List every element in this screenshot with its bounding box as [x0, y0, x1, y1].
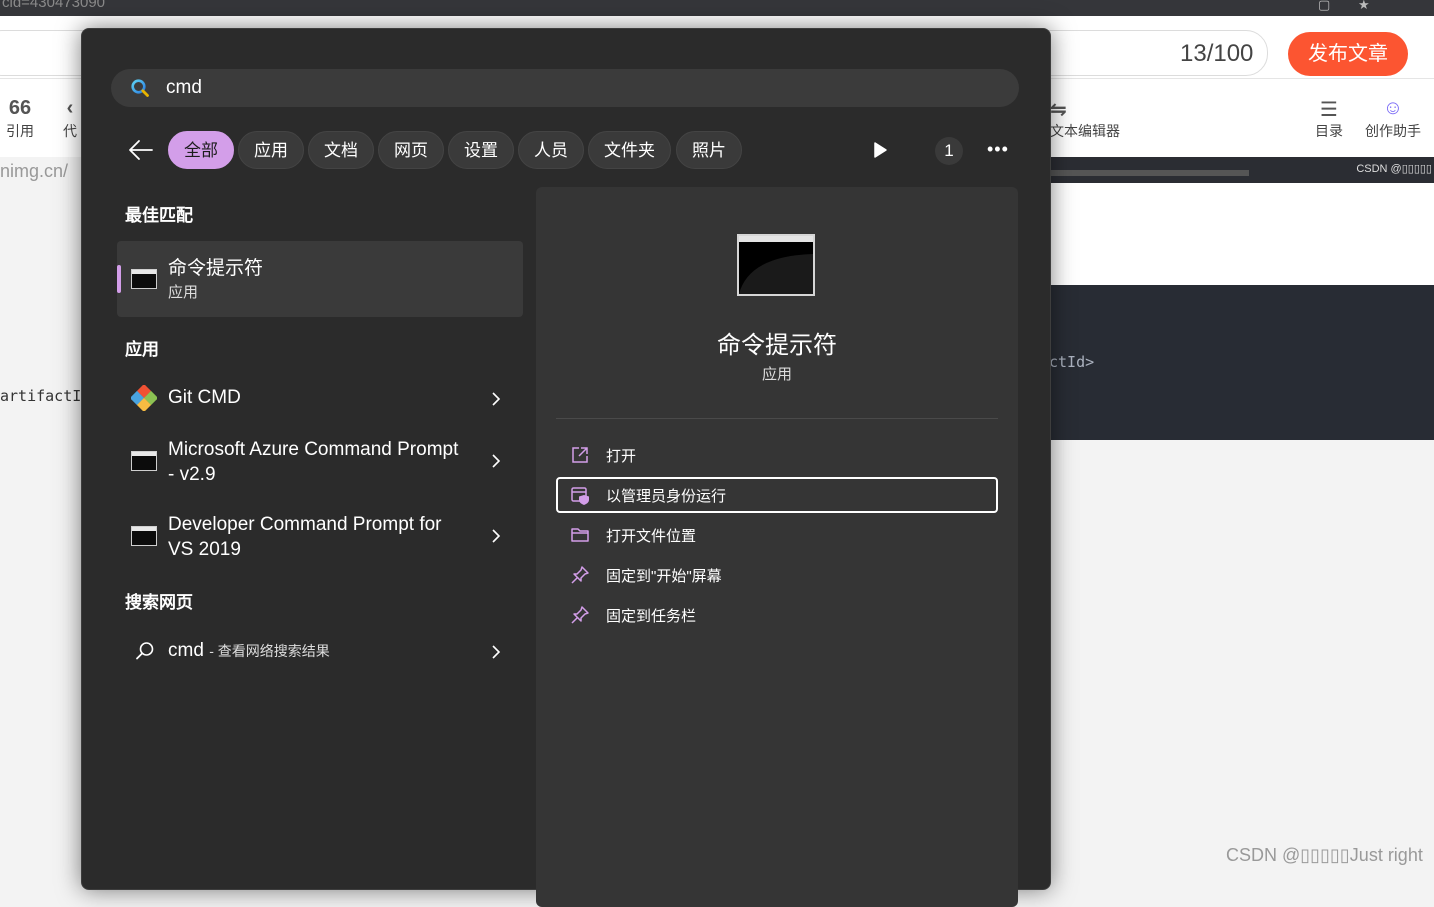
star-icon[interactable]: ★: [1358, 0, 1370, 13]
preview-scrollbar[interactable]: [1049, 170, 1249, 176]
git-icon: [131, 385, 157, 411]
swap-icon: ⇋: [1050, 99, 1067, 121]
tab-photos[interactable]: 照片: [676, 131, 742, 169]
app-item-git-cmd[interactable]: Git CMD: [117, 379, 523, 415]
rewards-badge[interactable]: 1: [935, 137, 963, 165]
app-name: Developer Command Prompt for VS 2019: [168, 514, 442, 560]
toolbar-toc[interactable]: ☰ 目录: [1315, 97, 1343, 141]
search-icon: [131, 79, 149, 97]
search-input[interactable]: cmd: [166, 77, 202, 99]
web-search-label: cmd - 查看网络搜索结果: [168, 638, 330, 664]
best-match-type: 应用: [168, 284, 199, 301]
browser-title-bar: cid=430473090 ▢ ★: [0, 0, 1434, 16]
filter-bar: 全部 应用 文档 网页 设置 人员 文件夹 照片 1 •••: [82, 129, 1050, 173]
action-label: 打开: [606, 448, 637, 465]
back-arrow-icon[interactable]: [128, 139, 154, 161]
tab-folders[interactable]: 文件夹: [588, 131, 671, 169]
command-prompt-icon: [737, 234, 815, 296]
toolbar-code-label: 代: [63, 123, 77, 139]
action-pin-to-taskbar[interactable]: 固定到任务栏: [556, 597, 998, 633]
play-icon[interactable]: [872, 141, 888, 159]
code-fragment: ctId>: [1049, 353, 1095, 371]
publish-button[interactable]: 发布文章: [1288, 32, 1408, 76]
robot-icon: ☺: [1382, 97, 1404, 119]
toolbar-assistant-label: 创作助手: [1365, 123, 1421, 139]
detail-type: 应用: [761, 366, 792, 383]
web-search-suffix: - 查看网络搜索结果: [209, 643, 330, 659]
app-item-azure-prompt[interactable]: Microsoft Azure Command Prompt - v2.9: [117, 435, 523, 491]
pin-icon: [571, 606, 589, 624]
best-match-item[interactable]: 命令提示符 应用: [117, 241, 523, 317]
folder-icon: [571, 528, 589, 542]
web-search-query: cmd: [168, 640, 204, 661]
watermark: CSDN @▯▯▯▯▯Just right: [1226, 845, 1423, 865]
tab-people[interactable]: 人员: [518, 131, 584, 169]
tab-all[interactable]: 全部: [168, 131, 234, 169]
tab-documents[interactable]: 文档: [308, 131, 374, 169]
action-label: 以管理员身份运行: [606, 488, 727, 505]
preview-code-block: ctId>: [1049, 285, 1434, 440]
app-name: Git CMD: [168, 387, 241, 408]
toolbar-toc-label: 目录: [1315, 123, 1343, 139]
toolbar-assistant[interactable]: ☺ 创作助手: [1365, 97, 1421, 141]
divider: [556, 418, 998, 419]
action-open[interactable]: 打开: [556, 437, 998, 473]
terminal-icon: [131, 269, 157, 289]
bookmark-icon[interactable]: ▢: [1318, 0, 1330, 13]
toolbar-quote-label: 引用: [6, 123, 34, 139]
search-icon: [136, 642, 154, 660]
section-apps: 应用: [125, 340, 159, 359]
detail-pane: 命令提示符 应用 打开 以管理员身份运行 打开文件位置 固定到"开始"屏幕 固定…: [536, 187, 1018, 907]
app-item-dev-prompt[interactable]: Developer Command Prompt for VS 2019: [117, 510, 523, 566]
preview-strip-label: CSDN @▯▯▯▯▯: [1356, 163, 1432, 175]
chevron-right-icon[interactable]: [491, 392, 501, 406]
action-run-as-admin[interactable]: 以管理员身份运行: [556, 477, 998, 513]
detail-title: 命令提示符: [717, 332, 837, 359]
list-icon: ☰: [1320, 99, 1338, 121]
quote-icon: 66: [8, 97, 32, 119]
action-open-file-location[interactable]: 打开文件位置: [556, 517, 998, 553]
web-search-item[interactable]: cmd - 查看网络搜索结果: [117, 633, 523, 669]
selection-indicator: [117, 265, 121, 293]
section-web-search: 搜索网页: [125, 593, 193, 612]
action-label: 打开文件位置: [606, 528, 697, 545]
best-match-name: 命令提示符: [168, 258, 264, 279]
tab-apps[interactable]: 应用: [238, 131, 304, 169]
chevron-right-icon[interactable]: [491, 645, 501, 659]
toolbar-quote[interactable]: 66 引用: [6, 97, 34, 141]
preview-strip: CSDN @▯▯▯▯▯: [1049, 157, 1434, 183]
more-options-icon[interactable]: •••: [987, 139, 1009, 160]
action-pin-to-start[interactable]: 固定到"开始"屏幕: [556, 557, 998, 593]
terminal-icon: [131, 451, 157, 471]
title-counter: 13/100: [1180, 40, 1254, 67]
open-external-icon: [572, 447, 588, 463]
search-box[interactable]: cmd: [111, 69, 1019, 107]
terminal-icon: [131, 526, 157, 546]
section-best-match: 最佳匹配: [125, 206, 193, 225]
toolbar-text-editor[interactable]: ⇋ 文本编辑器: [1050, 97, 1120, 141]
toolbar-text-editor-label: 文本编辑器: [1050, 123, 1120, 139]
editor-code-fragment: artifactI: [0, 387, 82, 405]
action-label: 固定到"开始"屏幕: [606, 568, 722, 585]
preview-blank: [1049, 183, 1434, 285]
toolbar-code[interactable]: ‹ 代: [63, 97, 77, 141]
start-search-panel: cmd 全部 应用 文档 网页 设置 人员 文件夹 照片 1 ••• 最佳匹配 …: [81, 28, 1051, 907]
image-url-fragment: nimg.cn/: [0, 161, 69, 181]
tab-settings[interactable]: 设置: [448, 131, 514, 169]
window-title: cid=430473090: [2, 0, 106, 11]
admin-shield-icon: [571, 487, 589, 505]
pin-icon: [571, 566, 589, 584]
action-label: 固定到任务栏: [606, 608, 697, 625]
chevron-right-icon[interactable]: [491, 529, 501, 543]
code-icon: ‹: [66, 97, 74, 119]
chevron-right-icon[interactable]: [491, 454, 501, 468]
app-name: Microsoft Azure Command Prompt - v2.9: [168, 439, 459, 485]
tab-web[interactable]: 网页: [378, 131, 444, 169]
